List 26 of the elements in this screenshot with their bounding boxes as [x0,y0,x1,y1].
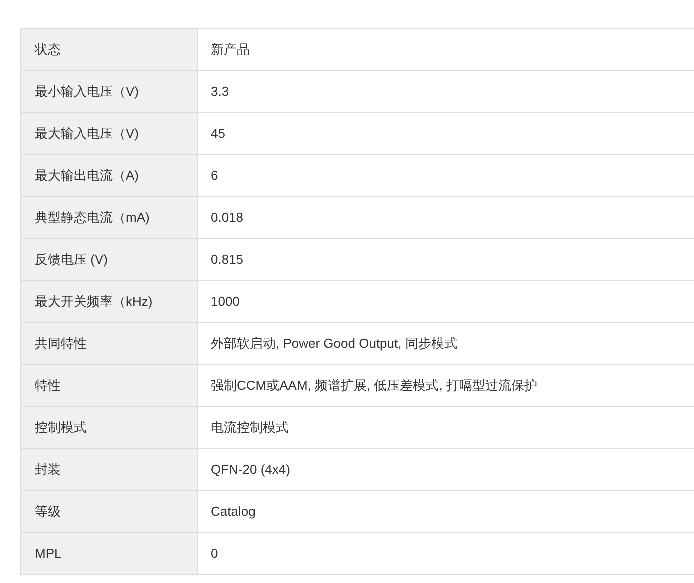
row-label: 最大输出电流（A) [21,155,198,196]
row-value: 新产品 [210,40,251,58]
row-value: 电流控制模式 [210,418,290,436]
row-label: 最大输入电压（V) [21,113,198,154]
row-value: 3.3 [210,83,230,101]
row-label: MPL [21,533,198,574]
row-value: 外部软启动, Power Good Output, 同步模式 [210,334,458,353]
row-label: 等级 [21,491,198,532]
row-label: 共同特性 [21,323,198,364]
row-value: 0 [210,545,220,563]
row-label: 状态 [21,29,198,70]
row-value: 0.018 [210,209,245,227]
row-value: 6 [210,167,220,185]
row-label: 反馈电压 (V) [21,239,198,280]
row-value: 45 [210,125,226,143]
row-label: 最小输入电压（V) [21,71,198,112]
row-value: QFN-20 (4x4) [210,461,292,479]
row-label: 最大开关频率（kHz) [21,281,198,322]
row-value: 1000 [210,293,241,311]
row-label: 典型静态电流（mA) [21,197,198,238]
row-label: 控制模式 [21,407,198,448]
row-value: Catalog [210,503,257,521]
row-label: 特性 [21,365,198,406]
row-value: 0.815 [210,251,245,269]
row-value: 强制CCM或AAM, 频谱扩展, 低压差模式, 打嗝型过流保护 [210,376,538,394]
row-label: 封装 [21,449,198,490]
